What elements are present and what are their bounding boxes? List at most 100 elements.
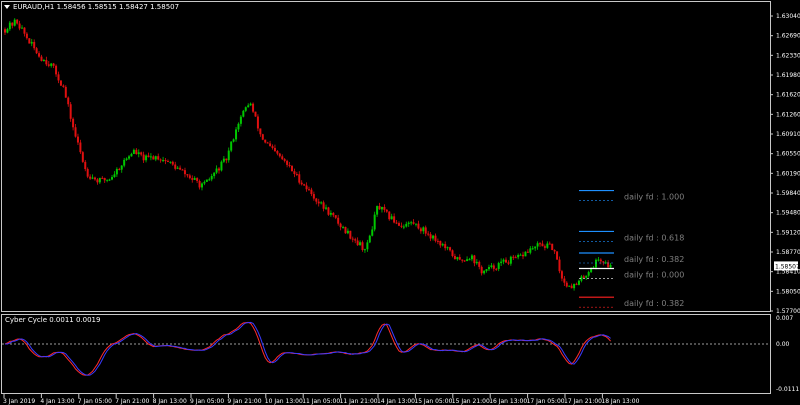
price-label: 1.57700 <box>776 308 800 315</box>
bear-candle <box>337 217 340 224</box>
time-label: 14 Jan 13:00 <box>377 398 415 405</box>
bull-candle <box>213 172 216 177</box>
bear-candle <box>171 161 174 165</box>
bull-candle <box>363 249 366 251</box>
bear-candle <box>101 177 104 179</box>
bull-candle <box>366 242 369 250</box>
bull-candle <box>115 168 118 175</box>
bear-candle <box>427 233 430 235</box>
bull-candle <box>359 242 362 246</box>
bull-candle <box>577 280 580 285</box>
bull-candle <box>529 248 532 253</box>
bull-candle <box>422 227 425 232</box>
bear-candle <box>439 240 442 246</box>
bear-candle <box>93 177 96 180</box>
price-label: 1.59120 <box>776 229 800 236</box>
bear-candle <box>33 41 36 49</box>
bull-candle <box>21 27 24 29</box>
indicator-label-top: 0.007 <box>776 315 793 322</box>
time-label: 7 Jan 05:00 <box>78 398 112 405</box>
main-chart-frame <box>1 1 771 312</box>
bear-candle <box>478 261 481 267</box>
bull-candle <box>235 129 238 140</box>
bull-candle <box>162 160 165 162</box>
bear-candle <box>354 239 357 241</box>
bear-candle <box>103 178 106 181</box>
bear-candle <box>72 118 75 128</box>
bear-candle <box>315 198 318 202</box>
time-label: 17 Jan 05:00 <box>527 398 565 405</box>
bull-candle <box>594 259 597 268</box>
fib-level-label: daily fd : 0.382 <box>624 299 684 308</box>
bull-candle <box>536 243 539 247</box>
bear-candle <box>38 53 41 57</box>
bull-candle <box>483 270 486 274</box>
bull-candle <box>13 19 16 26</box>
indicator-title: Cyber Cycle 0.0011 0.0019 <box>5 316 100 324</box>
bull-candle <box>329 212 332 215</box>
bear-candle <box>293 171 296 174</box>
trading-chart[interactable]: EURAUD,H1 1.58456 1.58515 1.58427 1.5850… <box>0 0 800 405</box>
time-label: 18 Jan 13:00 <box>601 398 639 405</box>
bear-candle <box>453 255 456 260</box>
bull-candle <box>446 247 449 249</box>
bear-candle <box>514 257 517 259</box>
bull-candle <box>149 156 152 158</box>
bear-candle <box>322 202 325 209</box>
price-label: 1.58770 <box>776 249 800 256</box>
bull-candle <box>106 179 109 181</box>
bear-candle <box>312 194 315 199</box>
bear-candle <box>344 226 347 234</box>
bear-candle <box>556 251 559 260</box>
bull-candle <box>519 254 522 256</box>
bull-candle <box>524 251 527 257</box>
bull-candle <box>456 257 459 260</box>
bull-candle <box>380 206 383 210</box>
bull-candle <box>239 116 242 124</box>
time-label: 17 Jan 21:00 <box>564 398 602 405</box>
bear-candle <box>393 216 396 223</box>
bull-candle <box>50 63 53 66</box>
bull-candle <box>466 259 469 261</box>
bear-candle <box>526 251 529 253</box>
bear-candle <box>218 168 221 171</box>
bull-candle <box>215 168 218 173</box>
bull-candle <box>604 262 607 264</box>
bull-candle <box>485 269 488 271</box>
bear-candle <box>288 164 291 166</box>
cyber-cycle-trigger-line <box>5 321 611 376</box>
bear-candle <box>539 243 542 245</box>
bull-candle <box>210 176 213 180</box>
bull-candle <box>587 272 590 276</box>
bear-candle <box>196 178 199 181</box>
bear-candle <box>356 240 359 246</box>
bull-candle <box>169 161 172 163</box>
bull-candle <box>500 261 503 264</box>
bull-candle <box>6 29 9 33</box>
bear-candle <box>602 261 605 263</box>
bear-candle <box>424 227 427 234</box>
bear-candle <box>334 215 337 218</box>
bear-candle <box>444 244 447 249</box>
bull-candle <box>42 60 45 62</box>
fib-level-label: daily fd : 0.618 <box>624 233 684 242</box>
price-label: 1.61260 <box>776 111 800 118</box>
bear-candle <box>286 160 289 165</box>
bear-candle <box>310 189 313 195</box>
bull-candle <box>432 235 435 239</box>
bear-candle <box>303 184 306 186</box>
bear-candle <box>96 179 99 183</box>
bear-candle <box>152 156 155 160</box>
bear-candle <box>16 19 19 24</box>
bull-candle <box>376 206 379 215</box>
bull-candle <box>125 158 128 160</box>
bear-candle <box>254 111 257 117</box>
bear-candle <box>417 223 420 229</box>
bull-candle <box>509 256 512 264</box>
bear-candle <box>89 176 92 179</box>
bear-candle <box>69 104 72 119</box>
price-label: 1.62330 <box>776 52 800 59</box>
bear-candle <box>327 207 330 215</box>
triangle-down-icon[interactable] <box>4 5 10 9</box>
bear-candle <box>512 256 515 258</box>
